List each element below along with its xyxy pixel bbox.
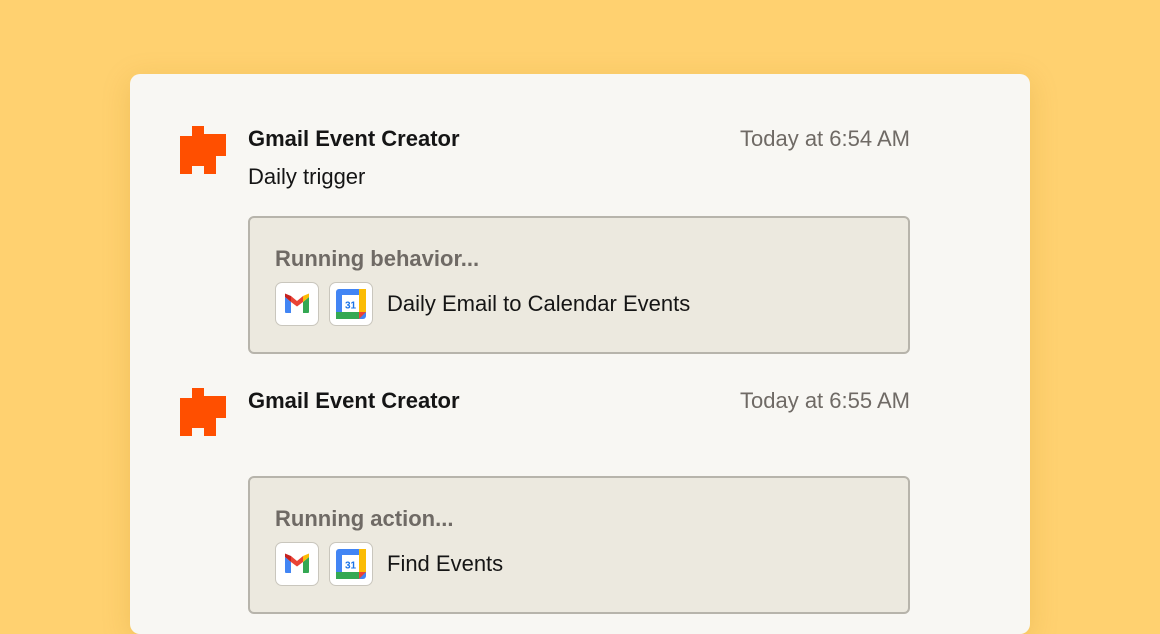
message-timestamp: Today at 6:55 AM bbox=[740, 388, 910, 413]
bot-avatar-icon bbox=[178, 124, 230, 176]
action-name: Find Events bbox=[387, 551, 504, 576]
bot-avatar-icon bbox=[178, 386, 230, 438]
run-status-label: Running action... bbox=[275, 506, 454, 531]
gmail-icon bbox=[275, 542, 319, 586]
running-action-box[interactable]: Running action... 31 Find Events bbox=[248, 476, 910, 614]
google-calendar-icon: 31 bbox=[329, 282, 373, 326]
app-row: 31 Find Events bbox=[275, 540, 503, 588]
sender-name: Gmail Event Creator bbox=[248, 388, 460, 413]
google-calendar-icon: 31 bbox=[329, 542, 373, 586]
message-timestamp: Today at 6:54 AM bbox=[740, 126, 910, 151]
calendar-day-number: 31 bbox=[345, 301, 357, 312]
sender-name: Gmail Event Creator bbox=[248, 126, 460, 151]
app-row: 31 Daily Email to Calendar Events bbox=[275, 280, 690, 328]
calendar-day-number: 31 bbox=[345, 561, 357, 572]
run-status-label: Running behavior... bbox=[275, 246, 480, 271]
behavior-name: Daily Email to Calendar Events bbox=[387, 291, 691, 316]
activity-card: Gmail Event Creator Today at 6:54 AM Dai… bbox=[130, 74, 1030, 634]
running-behavior-box[interactable]: Running behavior... 31 Daily Email to Ca… bbox=[248, 216, 910, 354]
gmail-icon bbox=[275, 282, 319, 326]
trigger-text: Daily trigger bbox=[248, 164, 366, 189]
